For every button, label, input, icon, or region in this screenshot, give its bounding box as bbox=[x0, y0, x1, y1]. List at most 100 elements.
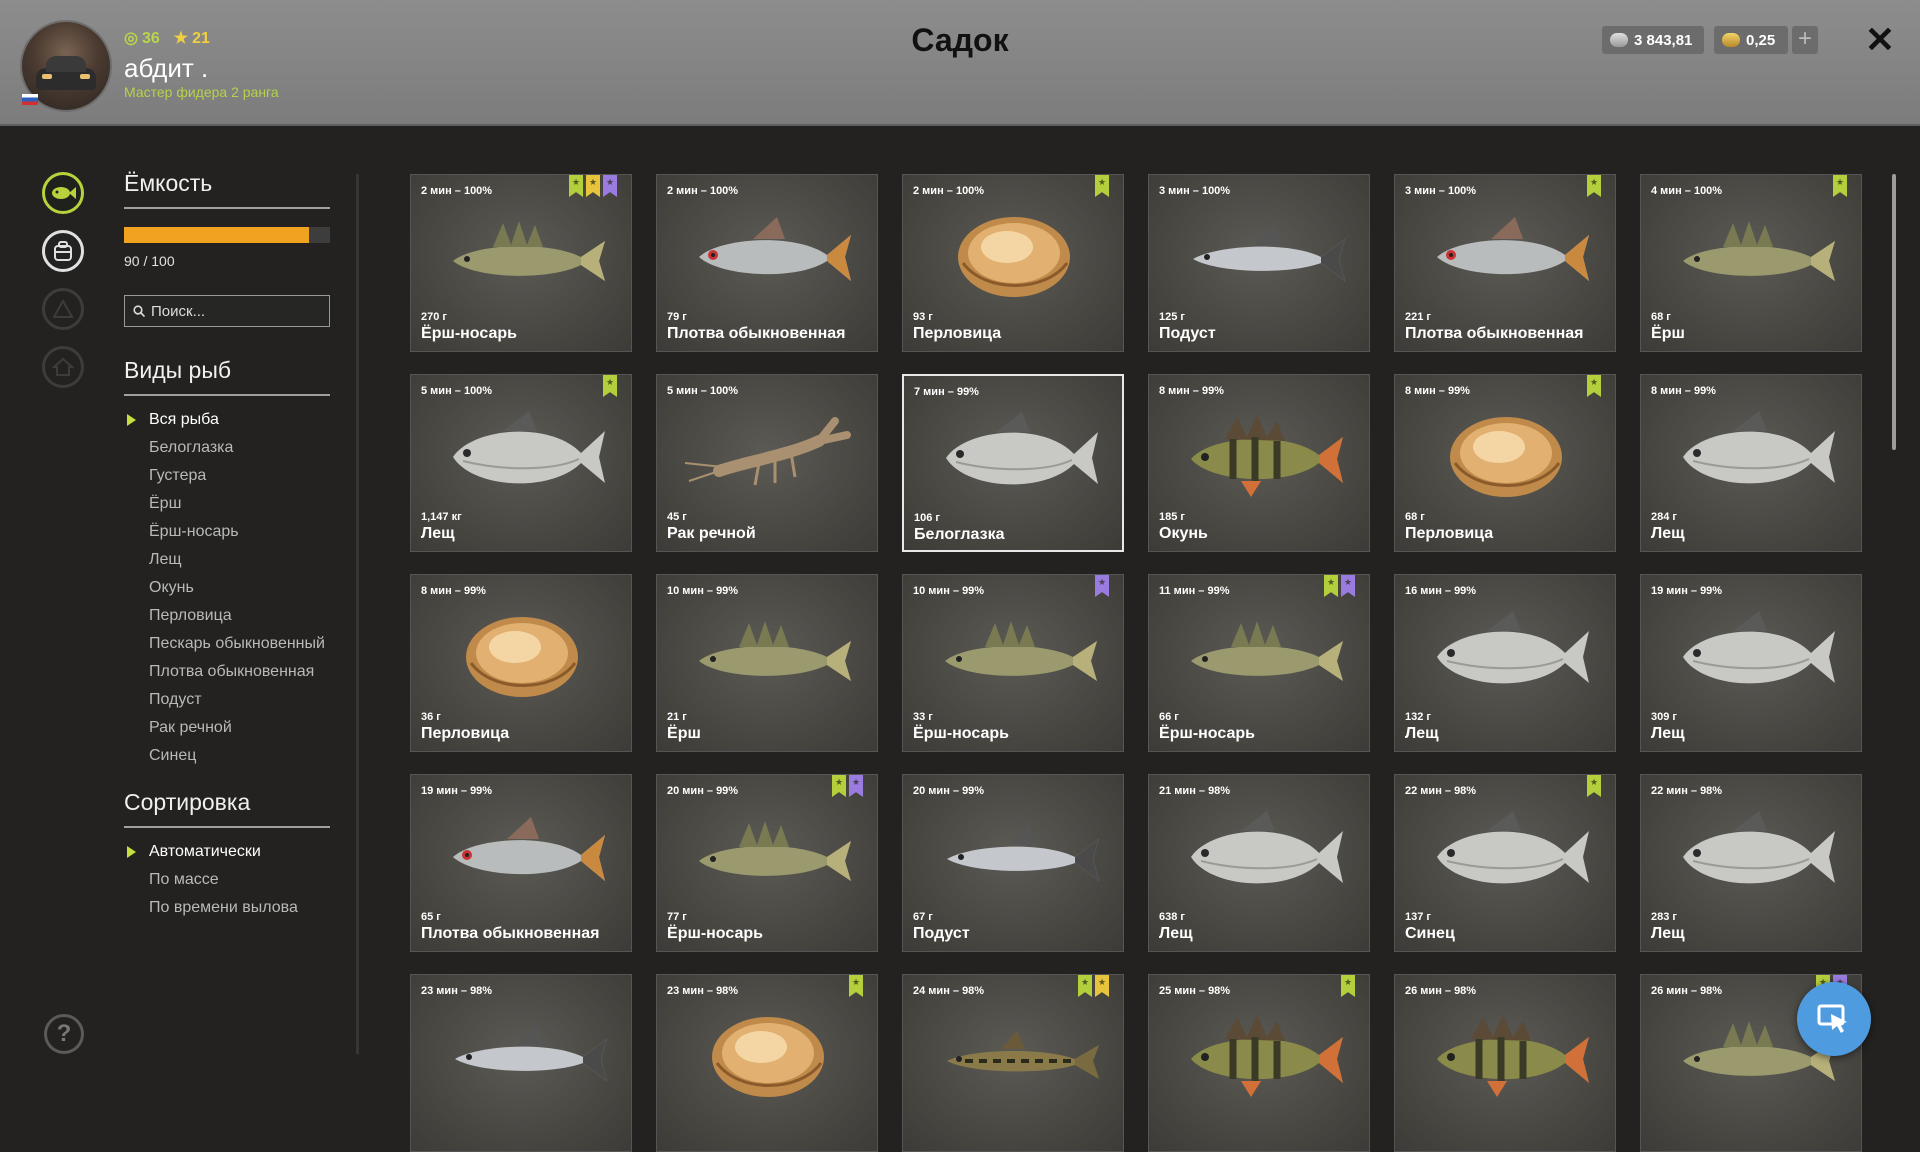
species-filter-item[interactable]: Ёрш bbox=[124, 494, 330, 513]
catch-time: 21 мин – 98% bbox=[1159, 785, 1231, 797]
catch-card[interactable]: 2 мин – 100% 270 г Ёрш-носарь bbox=[410, 174, 632, 352]
green-ribbon-icon bbox=[1324, 575, 1338, 597]
keepnet-tab-icon[interactable] bbox=[42, 230, 84, 272]
add-currency-button[interactable]: + bbox=[1792, 26, 1818, 54]
species-filter-item[interactable]: Лещ bbox=[124, 550, 330, 569]
search-input[interactable] bbox=[151, 302, 311, 320]
catch-card[interactable]: 2 мин – 100% 79 г Плотва обыкновенная bbox=[656, 174, 878, 352]
species-filter-item[interactable]: Пескарь обыкновенный bbox=[124, 634, 330, 653]
help-icon[interactable]: ? bbox=[44, 1014, 84, 1054]
species-title: Виды рыб bbox=[124, 357, 330, 396]
catch-card[interactable]: 25 мин – 98% bbox=[1148, 974, 1370, 1152]
achievement-badges bbox=[1587, 775, 1601, 797]
gold-value: 0,25 bbox=[1746, 31, 1776, 49]
tent-tab-icon[interactable] bbox=[42, 288, 84, 330]
catch-name: Плотва обыкновенная bbox=[1405, 325, 1584, 342]
catch-name: Синец bbox=[1405, 925, 1455, 942]
catch-card[interactable]: 26 мин – 98% bbox=[1394, 974, 1616, 1152]
species-filter-item[interactable]: Белоглазка bbox=[124, 438, 330, 457]
catch-card[interactable]: 7 мин – 99% 106 г Белоглазка bbox=[902, 374, 1124, 552]
catch-card[interactable]: 22 мин – 98% 283 г Лещ bbox=[1640, 774, 1862, 952]
species-filter-item[interactable]: Перловица bbox=[124, 606, 330, 625]
perch-image bbox=[1437, 1015, 1589, 1097]
species-filter-item[interactable]: Густера bbox=[124, 466, 330, 485]
country-flag-icon bbox=[22, 94, 38, 105]
gold-ribbon-icon bbox=[1095, 975, 1109, 997]
catch-card[interactable]: 8 мин – 99% 36 г Перловица bbox=[410, 574, 632, 752]
catch-card[interactable]: 20 мин – 99% 77 г Ёрш-носарь bbox=[656, 774, 878, 952]
fish-tab-icon[interactable] bbox=[42, 172, 84, 214]
search-box[interactable] bbox=[124, 295, 330, 327]
catch-card[interactable]: 20 мин – 99% 67 г Подуст bbox=[902, 774, 1124, 952]
purple-ribbon-icon bbox=[849, 775, 863, 797]
catch-card[interactable]: 11 мин – 99% 66 г Ёрш-носарь bbox=[1148, 574, 1370, 752]
species-filter-item[interactable]: Подуст bbox=[124, 690, 330, 709]
green-ribbon-icon bbox=[1587, 775, 1601, 797]
green-ribbon-icon bbox=[603, 375, 617, 397]
sort-options-list: Автоматически По массе По времени вылова bbox=[124, 842, 330, 917]
catch-card[interactable]: 8 мин – 99% 284 г Лещ bbox=[1640, 374, 1862, 552]
catch-name: Рак речной bbox=[667, 525, 756, 542]
sort-option-item[interactable]: По массе bbox=[124, 870, 330, 889]
catch-card[interactable]: 5 мин – 100% 45 г Рак речной bbox=[656, 374, 878, 552]
catch-card[interactable]: 4 мин – 100% 68 г Ёрш bbox=[1640, 174, 1862, 352]
catch-card[interactable]: 23 мин – 98% bbox=[656, 974, 878, 1152]
home-tab-icon[interactable] bbox=[42, 346, 84, 388]
catch-time: 26 мин – 98% bbox=[1651, 985, 1723, 997]
catch-card[interactable]: 3 мин – 100% 125 г Подуст bbox=[1148, 174, 1370, 352]
catch-card[interactable]: 10 мин – 99% 21 г Ёрш bbox=[656, 574, 878, 752]
panel-divider bbox=[356, 174, 359, 1054]
green-ribbon-icon bbox=[849, 975, 863, 997]
capacity-bar bbox=[124, 227, 330, 243]
species-filter-item[interactable]: Синец bbox=[124, 746, 330, 765]
species-filter-item[interactable]: Плотва обыкновенная bbox=[124, 662, 330, 681]
catch-name: Подуст bbox=[1159, 325, 1216, 342]
species-filter-item[interactable]: Вся рыба bbox=[124, 410, 330, 429]
nase-image bbox=[455, 1025, 607, 1081]
catch-weight: 36 г bbox=[421, 711, 441, 723]
catch-weight: 185 г bbox=[1159, 511, 1185, 523]
catch-card[interactable]: 10 мин – 99% 33 г Ёрш-носарь bbox=[902, 574, 1124, 752]
green-ribbon-icon bbox=[1341, 975, 1355, 997]
catch-weight: 1,147 кг bbox=[421, 511, 462, 523]
green-ribbon-icon bbox=[832, 775, 846, 797]
catch-card[interactable]: 23 мин – 98% bbox=[410, 974, 632, 1152]
catch-time: 23 мин – 98% bbox=[667, 985, 739, 997]
catch-time: 19 мин – 99% bbox=[1651, 585, 1723, 597]
catch-card[interactable]: 24 мин – 98% bbox=[902, 974, 1124, 1152]
catch-card[interactable]: 8 мин – 99% 185 г Окунь bbox=[1148, 374, 1370, 552]
catch-card[interactable]: 2 мин – 100% 93 г Перловица bbox=[902, 174, 1124, 352]
gold-coin-icon bbox=[1722, 33, 1740, 47]
species-filter-list: Вся рыба Белоглазка Густера Ёрш Ёрш-носарь Ле… bbox=[124, 410, 330, 765]
achievement-badges bbox=[832, 775, 863, 797]
species-filter-item[interactable]: Окунь bbox=[124, 578, 330, 597]
nase-image bbox=[1193, 225, 1345, 281]
catch-time: 22 мин – 98% bbox=[1405, 785, 1477, 797]
catch-name: Подуст bbox=[913, 925, 970, 942]
mussel-image bbox=[958, 217, 1070, 297]
sort-option-item[interactable]: Автоматически bbox=[124, 842, 330, 861]
catch-card[interactable]: 16 мин – 99% 132 г Лещ bbox=[1394, 574, 1616, 752]
cursor-mode-button[interactable] bbox=[1797, 982, 1871, 1056]
grid-scrollbar[interactable] bbox=[1892, 174, 1896, 450]
achievement-badges bbox=[1078, 975, 1109, 997]
catch-card[interactable]: 21 мин – 98% 638 г Лещ bbox=[1148, 774, 1370, 952]
catch-card[interactable]: 19 мин – 99% 309 г Лещ bbox=[1640, 574, 1862, 752]
sort-option-item[interactable]: По времени вылова bbox=[124, 898, 330, 917]
gold-balance: 0,25 bbox=[1714, 26, 1788, 54]
close-button[interactable]: ✕ bbox=[1864, 22, 1896, 58]
catch-time: 10 мин – 99% bbox=[667, 585, 739, 597]
catch-card[interactable]: 5 мин – 100% 1,147 кг Лещ bbox=[410, 374, 632, 552]
catch-card[interactable]: 3 мин – 100% 221 г Плотва обыкновенная bbox=[1394, 174, 1616, 352]
species-filter-item[interactable]: Ёрш-носарь bbox=[124, 522, 330, 541]
catch-card[interactable]: 8 мин – 99% 68 г Перловица bbox=[1394, 374, 1616, 552]
species-filter-item[interactable]: Рак речной bbox=[124, 718, 330, 737]
catch-name: Лещ bbox=[1651, 725, 1685, 742]
catch-card[interactable]: 19 мин – 99% 65 г Плотва обыкновенная bbox=[410, 774, 632, 952]
catch-card[interactable]: 22 мин – 98% 137 г Синец bbox=[1394, 774, 1616, 952]
ruffe-image bbox=[1191, 621, 1343, 681]
achievement-badges bbox=[1095, 575, 1109, 597]
catch-time: 2 мин – 100% bbox=[667, 185, 739, 197]
catch-weight: 65 г bbox=[421, 911, 441, 923]
capacity-title: Ёмкость bbox=[124, 170, 330, 209]
